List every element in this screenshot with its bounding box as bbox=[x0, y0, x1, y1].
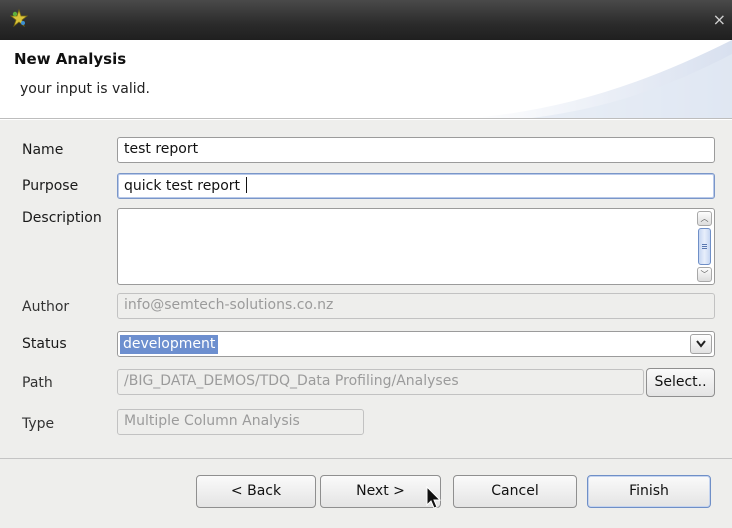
window-titlebar: × bbox=[0, 0, 732, 40]
header-decoration bbox=[472, 40, 732, 118]
form-panel bbox=[0, 120, 732, 458]
description-label: Description bbox=[22, 210, 102, 226]
back-button[interactable]: < Back bbox=[196, 475, 316, 508]
chevron-down-icon[interactable] bbox=[690, 334, 712, 354]
path-label: Path bbox=[22, 375, 53, 391]
scroll-down-icon[interactable]: ﹀ bbox=[697, 267, 712, 282]
status-combo[interactable]: development bbox=[117, 331, 715, 357]
purpose-label: Purpose bbox=[22, 178, 79, 194]
description-scrollbar[interactable]: ︿ ﹀ bbox=[697, 211, 712, 282]
type-label: Type bbox=[22, 416, 55, 432]
scroll-up-icon[interactable]: ︿ bbox=[697, 211, 712, 226]
close-icon[interactable]: × bbox=[713, 10, 726, 30]
scroll-thumb[interactable] bbox=[698, 228, 711, 265]
grip-icon bbox=[702, 244, 707, 250]
purpose-value: quick test report bbox=[124, 178, 245, 194]
dialog-header: New Analysis your input is valid. bbox=[0, 40, 732, 118]
next-button[interactable]: Next > bbox=[320, 475, 441, 508]
validation-message: your input is valid. bbox=[20, 81, 151, 97]
finish-button[interactable]: Finish bbox=[587, 475, 711, 508]
status-label: Status bbox=[22, 336, 67, 352]
status-value: development bbox=[120, 335, 219, 354]
path-field: /BIG_DATA_DEMOS/TDQ_Data Profiling/Analy… bbox=[117, 369, 644, 395]
type-field: Multiple Column Analysis bbox=[117, 409, 364, 435]
text-caret bbox=[246, 177, 248, 193]
author-field: info@semtech-solutions.co.nz bbox=[117, 293, 715, 319]
description-textarea[interactable]: ︿ ﹀ bbox=[117, 208, 715, 285]
name-label: Name bbox=[22, 142, 64, 158]
name-input[interactable]: test report bbox=[117, 137, 715, 163]
puzzle-star-icon bbox=[9, 8, 29, 28]
select-path-button[interactable]: Select.. bbox=[646, 368, 715, 397]
dialog-title: New Analysis bbox=[14, 50, 127, 68]
author-label: Author bbox=[22, 299, 70, 315]
purpose-input[interactable]: quick test report bbox=[117, 173, 715, 199]
cancel-button[interactable]: Cancel bbox=[453, 475, 577, 508]
mouse-pointer-icon bbox=[426, 486, 442, 509]
